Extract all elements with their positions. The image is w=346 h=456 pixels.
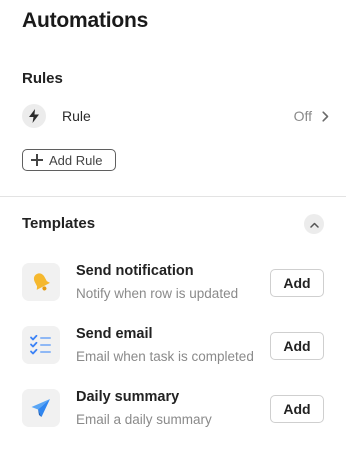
template-title: Send notification — [76, 263, 194, 279]
add-template-button[interactable]: Add — [270, 395, 324, 423]
template-title: Send email — [76, 326, 153, 342]
rule-row[interactable]: Rule Off — [22, 103, 330, 129]
rules-section-label: Rules — [22, 70, 63, 87]
page-title: Automations — [22, 9, 149, 32]
template-item-daily-summary: Daily summary Email a daily summary Add — [22, 389, 324, 433]
collapse-templates-button[interactable] — [304, 214, 324, 234]
chevron-right-icon — [320, 109, 330, 123]
add-template-button[interactable]: Add — [270, 269, 324, 297]
lightning-bolt-icon — [22, 104, 46, 128]
add-rule-label: Add Rule — [49, 152, 103, 168]
templates-section-label: Templates — [22, 215, 96, 232]
checklist-icon — [22, 326, 60, 364]
plus-icon — [31, 154, 43, 166]
template-item-send-email: Send email Email when task is completed … — [22, 326, 324, 370]
add-template-button[interactable]: Add — [270, 332, 324, 360]
template-item-send-notification: Send notification Notify when row is upd… — [22, 263, 324, 307]
add-rule-button[interactable]: Add Rule — [22, 149, 116, 171]
chevron-up-icon — [309, 215, 319, 233]
bell-icon — [22, 263, 60, 301]
rule-status: Off — [293, 108, 312, 124]
paper-plane-icon — [22, 389, 60, 427]
rule-name: Rule — [62, 108, 91, 124]
template-title: Daily summary — [76, 389, 180, 405]
template-description: Email when task is completed — [76, 349, 254, 364]
template-description: Email a daily summary — [76, 412, 212, 427]
template-description: Notify when row is updated — [76, 286, 239, 301]
section-divider — [0, 196, 346, 197]
